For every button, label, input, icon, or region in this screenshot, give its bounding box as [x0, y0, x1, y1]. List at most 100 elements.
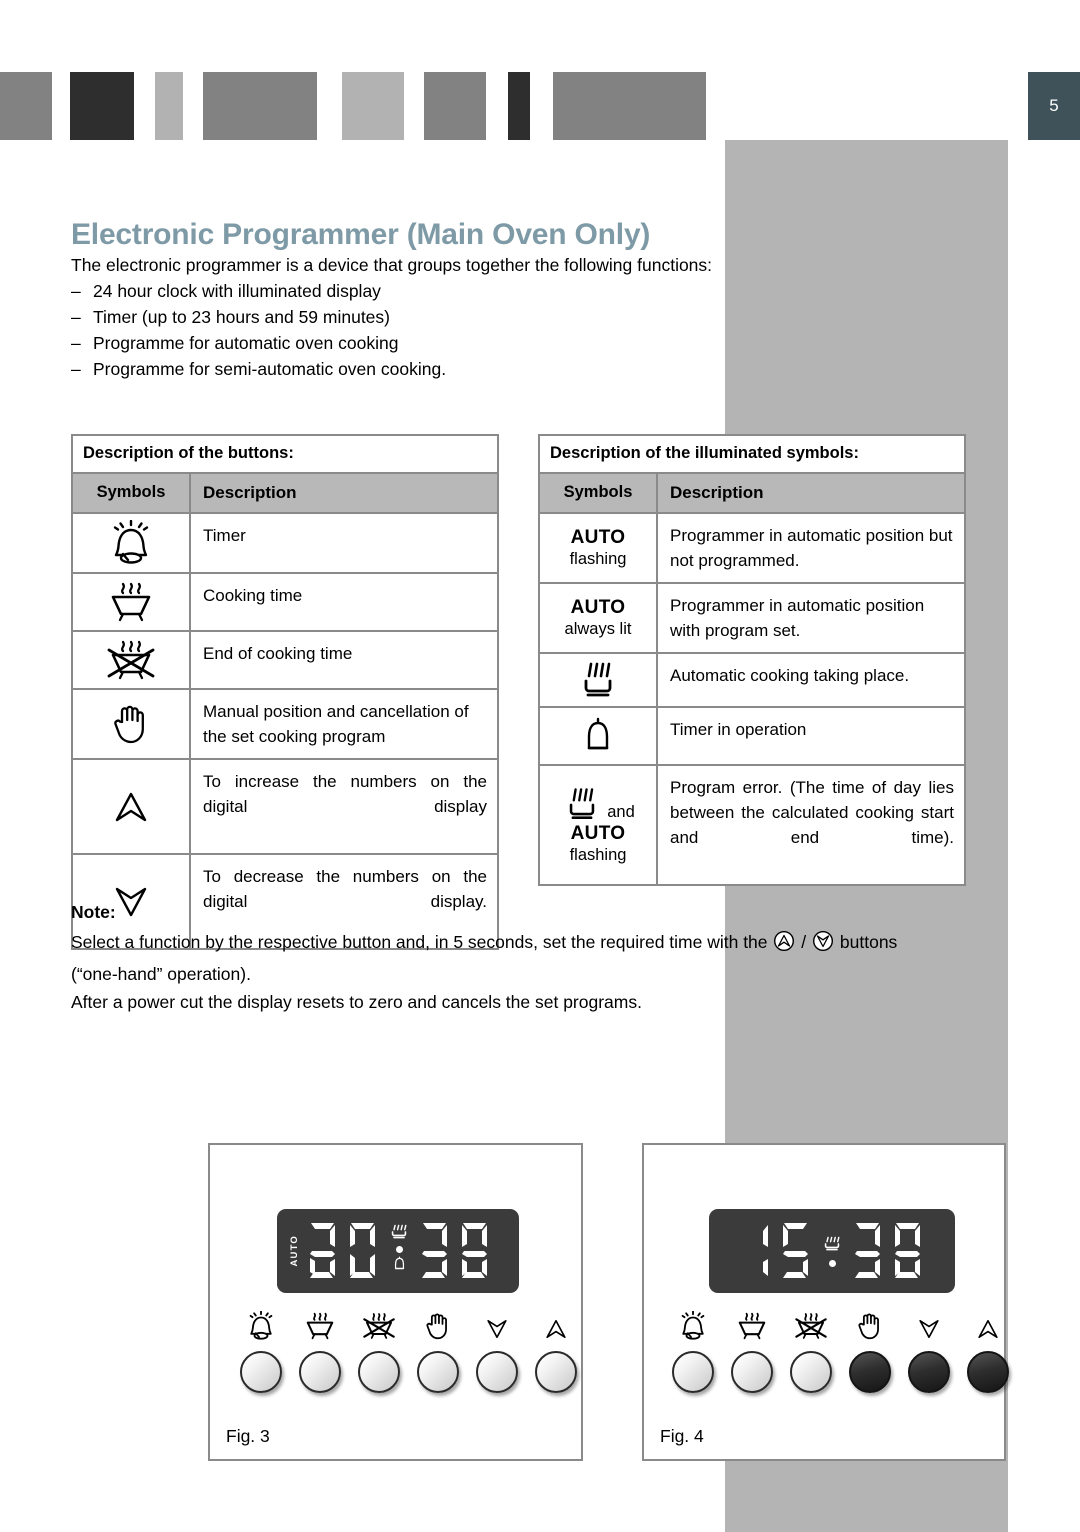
knob[interactable] — [476, 1351, 518, 1393]
table-row: Timer — [73, 514, 497, 574]
knob[interactable] — [358, 1351, 400, 1393]
table-row: End of cooking time — [73, 632, 497, 690]
lcd-auto-label: AUTO — [289, 1235, 300, 1267]
bullet-text: 24 hour clock with illuminated display — [93, 281, 381, 301]
table-row: and AUTO flashing Program error. (The ti… — [540, 766, 964, 884]
lcd-display — [709, 1209, 955, 1293]
knob[interactable] — [849, 1351, 891, 1393]
table-row: To increase the numbers on the digital d… — [73, 760, 497, 855]
auto-label: AUTO — [570, 823, 626, 844]
lcd-digit — [462, 1223, 487, 1278]
heating-element-icon — [561, 785, 603, 823]
pot-steam-icon — [734, 1307, 770, 1341]
chevron-down-icon — [916, 1307, 942, 1341]
knob[interactable] — [731, 1351, 773, 1393]
lcd-digit — [783, 1223, 808, 1278]
knob[interactable] — [672, 1351, 714, 1393]
intro-bullet: – 24 hour clock with illuminated display — [71, 278, 791, 304]
circled-chevron-down-icon — [807, 930, 839, 956]
row-description: Cooking time — [203, 586, 303, 605]
program-error-indicator: and AUTO flashing — [540, 766, 658, 884]
knob[interactable] — [967, 1351, 1009, 1393]
header-bar — [0, 72, 52, 140]
lcd-digit — [422, 1223, 447, 1278]
hand-icon — [855, 1307, 885, 1341]
figure-label: Fig. 4 — [660, 1426, 704, 1446]
bell-ringing-icon — [677, 1307, 709, 1341]
bullet-dash: – — [71, 333, 81, 353]
chevron-down-icon — [484, 1307, 510, 1341]
row-description: Programmer in automatic position with pr… — [670, 596, 925, 640]
bell-ringing-icon — [73, 514, 191, 572]
intro-bullet: – Timer (up to 23 hours and 59 minutes) — [71, 304, 791, 330]
intro-block: The electronic programmer is a device th… — [71, 252, 791, 382]
figure-label: Fig. 3 — [226, 1426, 270, 1446]
table-row: AUTO flashing Programmer in automatic po… — [540, 514, 964, 584]
column-header-description: Description — [670, 483, 764, 502]
page-number: 5 — [1049, 96, 1059, 115]
lcd-digits — [303, 1220, 383, 1282]
button-manual[interactable] — [849, 1307, 891, 1393]
row-description: End of cooking time — [203, 644, 353, 663]
auto-label: AUTO — [570, 597, 626, 618]
header-bar — [508, 72, 530, 140]
note-separator: / — [801, 932, 807, 952]
lcd-indicators — [383, 1224, 415, 1278]
auto-indicator: AUTO always lit — [540, 584, 658, 652]
row-description: Program error. (The time of day lies bet… — [670, 778, 954, 847]
auto-state: flashing — [569, 846, 627, 864]
knob[interactable] — [908, 1351, 950, 1393]
button-decrease[interactable] — [476, 1307, 518, 1393]
button-cooking-time[interactable] — [731, 1307, 773, 1393]
bullet-text: Programme for automatic oven cooking — [93, 333, 399, 353]
control-buttons — [240, 1307, 577, 1393]
knob[interactable] — [790, 1351, 832, 1393]
bell-outline-icon — [392, 1255, 407, 1278]
column-header-symbols: Symbols — [540, 474, 658, 512]
chevron-up-icon — [975, 1307, 1001, 1341]
note-line-3: After a power cut the display resets to … — [71, 992, 642, 1012]
symbols-table-header: Symbols Description — [540, 474, 964, 514]
knob[interactable] — [240, 1351, 282, 1393]
knob[interactable] — [299, 1351, 341, 1393]
knob[interactable] — [417, 1351, 459, 1393]
heating-element-icon — [540, 654, 658, 706]
button-increase[interactable] — [967, 1307, 1009, 1393]
pot-steam-icon — [302, 1307, 338, 1341]
table-row: AUTO always lit Programmer in automatic … — [540, 584, 964, 654]
header-bar — [70, 72, 134, 140]
intro-lead: The electronic programmer is a device th… — [71, 255, 713, 275]
row-description: To increase the numbers on the digital d… — [203, 772, 487, 816]
heating-element-icon — [821, 1236, 843, 1256]
button-timer[interactable] — [672, 1307, 714, 1393]
button-cooking-time[interactable] — [299, 1307, 341, 1393]
figure-3: AUTO Fig. 3 — [208, 1143, 583, 1461]
hand-icon — [423, 1307, 453, 1341]
button-decrease[interactable] — [908, 1307, 950, 1393]
lcd-digit — [763, 1225, 768, 1276]
button-end-of-cooking-time[interactable] — [358, 1307, 400, 1393]
pot-steam-icon — [73, 574, 191, 630]
pot-steam-crossed-icon — [791, 1307, 831, 1341]
lcd-digits — [415, 1220, 495, 1282]
row-description: Automatic cooking taking place. — [670, 666, 910, 685]
lcd-digits — [736, 1220, 816, 1282]
and-label: and — [607, 803, 635, 821]
figure-4: Fig. 4 — [642, 1143, 1009, 1461]
button-increase[interactable] — [535, 1307, 577, 1393]
row-description: Timer — [203, 526, 246, 545]
auto-state: flashing — [569, 550, 627, 568]
lcd-indicators — [816, 1236, 848, 1267]
button-timer[interactable] — [240, 1307, 282, 1393]
knob[interactable] — [535, 1351, 577, 1393]
table-row: Automatic cooking taking place. — [540, 654, 964, 708]
table-row: Manual position and cancellation of the … — [73, 690, 497, 760]
buttons-table-header: Symbols Description — [73, 474, 497, 514]
bell-outline-icon — [540, 708, 658, 764]
button-end-of-cooking-time[interactable] — [790, 1307, 832, 1393]
button-manual[interactable] — [417, 1307, 459, 1393]
lcd-colon — [395, 1246, 403, 1253]
note-block: Note: Select a function by the respectiv… — [71, 898, 951, 1016]
control-buttons — [672, 1307, 1009, 1393]
lcd-digit — [895, 1223, 920, 1278]
